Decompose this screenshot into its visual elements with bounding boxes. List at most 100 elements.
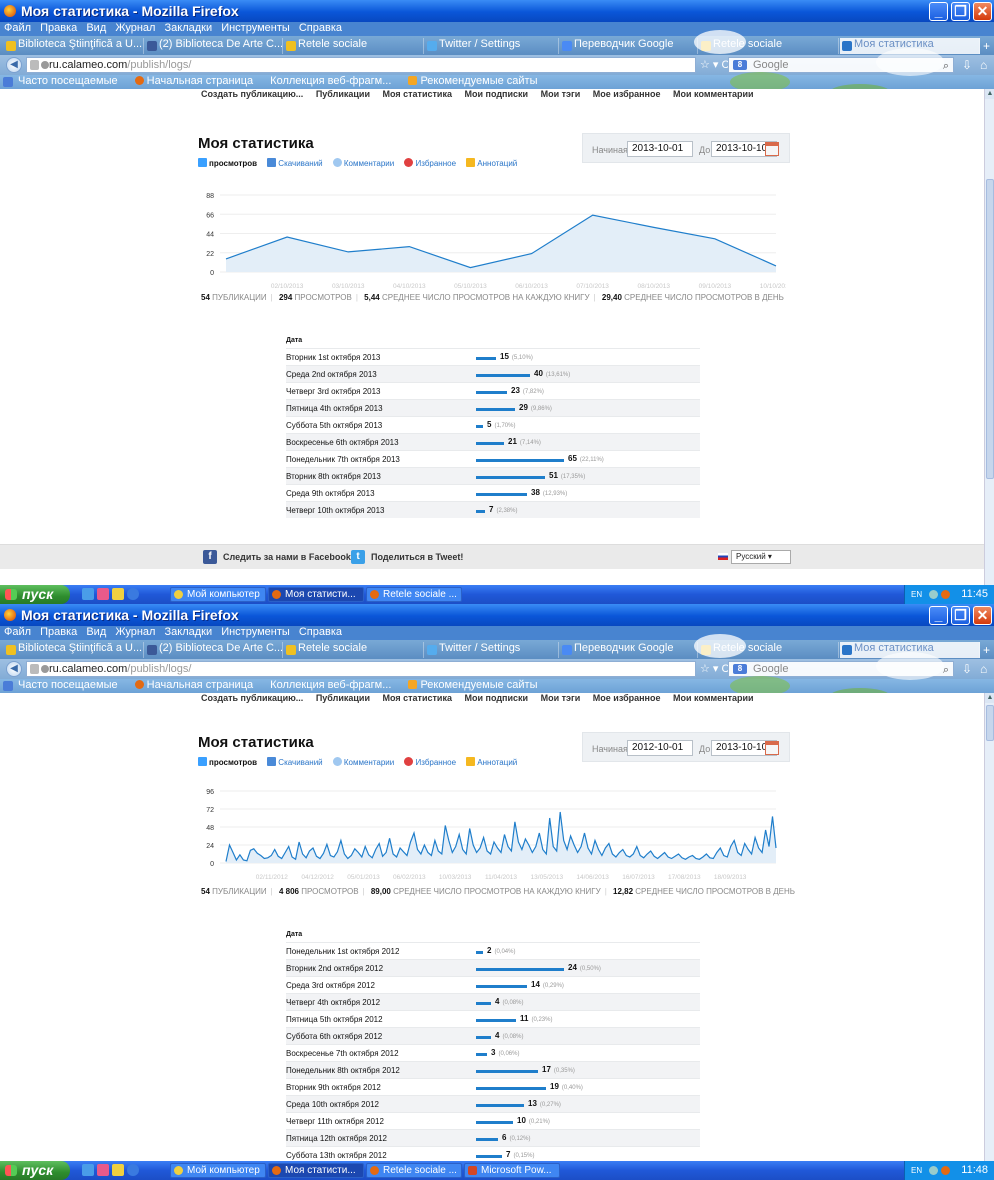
tab-retele-sociale-2[interactable]: Retele sociale	[699, 642, 839, 658]
nav-my-tags[interactable]: Мои тэги	[541, 693, 581, 703]
close-button[interactable]: ✕	[973, 606, 992, 625]
minimize-button[interactable]: _	[929, 606, 948, 625]
tray-app-icon[interactable]	[941, 1166, 950, 1175]
nav-publications[interactable]: Публикации	[316, 89, 370, 99]
tray-language[interactable]: EN	[911, 585, 922, 604]
back-button[interactable]: ◀	[6, 57, 22, 73]
menu-file[interactable]: Файл	[4, 626, 31, 638]
nav-publications[interactable]: Публикации	[316, 693, 370, 703]
search-icon[interactable]: ⌕	[943, 663, 949, 677]
quicklaunch-desktop-icon[interactable]	[82, 1164, 94, 1176]
tab-retele-sociale[interactable]: Retele sociale	[284, 642, 424, 658]
tab-biblioteca-stiintifica[interactable]: Biblioteca Ştiinţifică a U...	[4, 642, 144, 658]
taskbar-item-my-computer[interactable]: Мой компьютер	[170, 1163, 266, 1178]
bookmarks-menu-icon[interactable]	[3, 77, 13, 87]
nav-my-favorites[interactable]: Мое избранное	[593, 89, 661, 99]
home-icon[interactable]: ⌂	[980, 662, 987, 676]
tab-twitter-settings[interactable]: Twitter / Settings	[425, 642, 559, 658]
nav-my-favorites[interactable]: Мое избранное	[593, 693, 661, 703]
bookmark-start-page[interactable]: Начальная страница	[134, 75, 253, 87]
tab-retele-sociale-2[interactable]: Retele sociale	[699, 38, 839, 54]
taskbar-item-firefox[interactable]: Моя статисти...	[268, 587, 364, 602]
nav-my-comments[interactable]: Мои комментарии	[673, 693, 754, 703]
tab-biblioteca-de-arte[interactable]: (2) Biblioteca De Arte C...	[145, 642, 283, 658]
quicklaunch-desktop-icon[interactable]	[82, 588, 94, 600]
menu-view[interactable]: Вид	[86, 22, 106, 34]
scroll-up-icon[interactable]: ▲	[985, 89, 994, 99]
nav-my-tags[interactable]: Мои тэги	[541, 89, 581, 99]
quicklaunch-ie-icon[interactable]	[127, 1164, 139, 1176]
metric-tab-comments[interactable]: Комментарии	[332, 757, 394, 767]
maximize-button[interactable]: ❐	[951, 606, 970, 625]
quicklaunch-folder-icon[interactable]	[112, 588, 124, 600]
metric-tab-favorites[interactable]: Избранное	[404, 757, 456, 767]
minimize-button[interactable]: _	[929, 2, 948, 21]
tray-app-icon[interactable]	[941, 590, 950, 599]
share-tweet-button[interactable]: t Поделиться в Tweet!	[351, 550, 463, 564]
back-button[interactable]: ◀	[6, 661, 22, 677]
tray-network-icon[interactable]	[929, 590, 938, 599]
bookmarks-menu-icon[interactable]	[3, 681, 13, 691]
tab-biblioteca-de-arte[interactable]: (2) Biblioteca De Arte C...	[145, 38, 283, 54]
new-tab-icon[interactable]: +	[983, 643, 990, 657]
menu-history[interactable]: Журнал	[115, 626, 155, 638]
nav-create-publication[interactable]: Создать публикацию...	[201, 693, 303, 703]
menu-bookmarks[interactable]: Закладки	[165, 626, 213, 638]
quicklaunch-ie-icon[interactable]	[127, 588, 139, 600]
scrollbar-thumb[interactable]	[986, 705, 994, 741]
metric-tab-downloads[interactable]: Скачиваний	[267, 757, 323, 767]
language-select[interactable]: Русский ▾	[731, 550, 791, 564]
nav-my-comments[interactable]: Мои комментарии	[673, 89, 754, 99]
tab-google-translate[interactable]: Переводчик Google	[560, 38, 698, 54]
scroll-up-icon[interactable]: ▲	[985, 693, 994, 703]
metric-tab-views[interactable]: просмотров	[198, 757, 257, 767]
tab-biblioteca-stiintifica[interactable]: Biblioteca Ştiinţifică a U...	[4, 38, 144, 54]
menu-help[interactable]: Справка	[299, 22, 342, 34]
page-scrollbar[interactable]: ▲ ▼	[984, 693, 994, 1180]
nav-my-subscriptions[interactable]: Мои подписки	[464, 693, 528, 703]
nav-my-statistics[interactable]: Моя статистика	[383, 693, 452, 703]
nav-my-statistics[interactable]: Моя статистика	[383, 89, 452, 99]
quicklaunch-media-icon[interactable]	[97, 1164, 109, 1176]
home-icon[interactable]: ⌂	[980, 58, 987, 72]
date-from-input[interactable]: 2013-10-01	[627, 141, 693, 157]
menu-edit[interactable]: Правка	[40, 22, 77, 34]
menu-file[interactable]: Файл	[4, 22, 31, 34]
bookmark-suggested-sites[interactable]: Рекомендуемые сайты	[408, 75, 538, 87]
metric-tab-comments[interactable]: Комментарии	[332, 158, 394, 168]
calendar-icon[interactable]	[765, 142, 779, 156]
maximize-button[interactable]: ❐	[951, 2, 970, 21]
search-box[interactable]: 8 Google ⌕	[728, 57, 954, 73]
start-button[interactable]: пуск	[0, 1161, 70, 1180]
tray-language[interactable]: EN	[911, 1161, 922, 1180]
metric-tab-favorites[interactable]: Избранное	[404, 158, 456, 168]
download-icon[interactable]: ⇩	[962, 58, 972, 72]
url-bar[interactable]: ru.calameo.com/publish/logs/	[26, 661, 696, 677]
quicklaunch-media-icon[interactable]	[97, 588, 109, 600]
metric-tab-annotations[interactable]: Аннотаций	[466, 158, 517, 168]
menu-help[interactable]: Справка	[299, 626, 342, 638]
url-bar[interactable]: ru.calameo.com/publish/logs/	[26, 57, 696, 73]
bookmark-web-slices[interactable]: Коллекция веб-фрагм...	[270, 75, 391, 87]
metric-tab-views[interactable]: просмотров	[198, 158, 257, 168]
close-button[interactable]: ✕	[973, 2, 992, 21]
start-button[interactable]: пуск	[0, 585, 70, 604]
download-icon[interactable]: ⇩	[962, 662, 972, 676]
follow-facebook-button[interactable]: f Следить за нами в Facebook	[203, 550, 351, 564]
bookmark-web-slices[interactable]: Коллекция веб-фрагм...	[270, 679, 391, 691]
bookmark-most-visited[interactable]: Часто посещаемые	[18, 679, 118, 691]
scrollbar-thumb[interactable]	[986, 179, 994, 479]
search-box[interactable]: 8 Google ⌕	[728, 661, 954, 677]
menu-tools[interactable]: Инструменты	[221, 626, 290, 638]
menu-view[interactable]: Вид	[86, 626, 106, 638]
taskbar-item-my-computer[interactable]: Мой компьютер	[170, 587, 266, 602]
bookmark-star-icon[interactable]: ☆ ▾ C	[700, 58, 729, 71]
metric-tab-annotations[interactable]: Аннотаций	[466, 757, 517, 767]
taskbar-item-firefox[interactable]: Моя статисти...	[268, 1163, 364, 1178]
tab-twitter-settings[interactable]: Twitter / Settings	[425, 38, 559, 54]
search-icon[interactable]: ⌕	[943, 59, 949, 73]
menu-history[interactable]: Журнал	[115, 22, 155, 34]
calendar-icon[interactable]	[765, 741, 779, 755]
date-from-input[interactable]: 2012-10-01	[627, 740, 693, 756]
metric-tab-downloads[interactable]: Скачиваний	[267, 158, 323, 168]
